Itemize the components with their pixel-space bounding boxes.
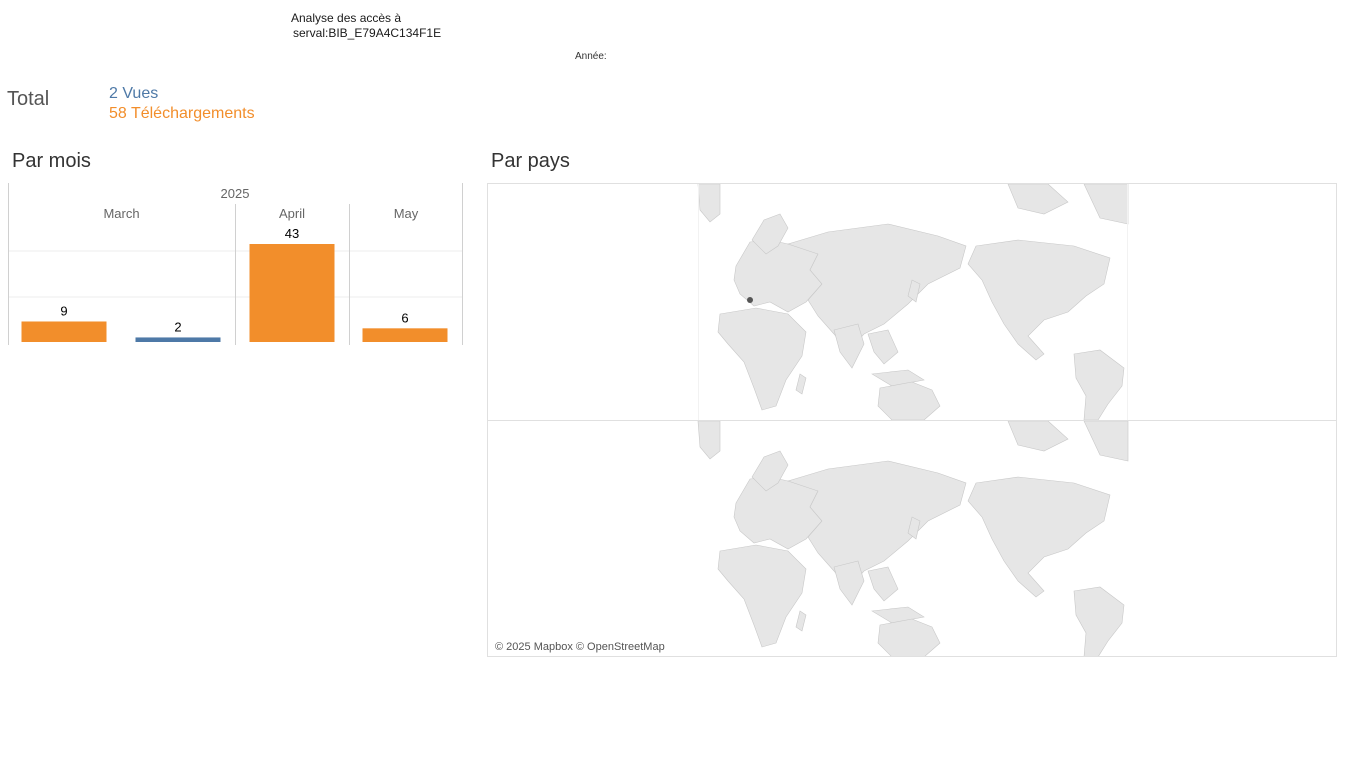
map-right-edge	[1127, 184, 1128, 420]
total-views: 2 Vues	[109, 85, 159, 102]
bar-label-may-downloads: 6	[401, 310, 408, 325]
world-map-bottom	[697, 420, 1129, 656]
month-header-april: April	[279, 206, 305, 221]
world-map-top	[697, 184, 1129, 421]
highlighted-country-switzerland	[747, 297, 753, 303]
bar-may-downloads	[362, 328, 448, 342]
month-header-may: May	[394, 206, 419, 221]
map-views[interactable]	[488, 184, 1336, 421]
bar-april-downloads	[249, 244, 335, 342]
title-line-2: serval:BIB_E79A4C134F1E	[293, 26, 442, 40]
bar-march-downloads	[21, 321, 107, 342]
section-title-by-month: Par mois	[12, 150, 91, 172]
year-header: 2025	[221, 186, 250, 201]
bar-label-march-downloads: 9	[60, 303, 67, 318]
page-title: Analyse des accès à serval:BIB_E79A4C134…	[291, 11, 441, 41]
total-label: Total	[7, 88, 50, 110]
map-left-edge	[698, 184, 699, 420]
total-downloads: 58 Téléchargements	[109, 105, 255, 122]
section-title-by-country: Par pays	[491, 150, 570, 172]
country-map-panel[interactable]: © 2025 Mapbox © OpenStreetMap	[487, 183, 1337, 657]
map-attribution[interactable]: © 2025 Mapbox © OpenStreetMap	[495, 641, 665, 653]
bar-march-views	[135, 337, 221, 342]
monthly-bar-chart: 2025 March April May 9 2 43 6	[8, 183, 464, 345]
year-filter-label[interactable]: Année:	[575, 51, 607, 62]
bar-label-march-views: 2	[174, 319, 181, 334]
bar-label-april-downloads: 43	[285, 226, 299, 241]
map-downloads[interactable]	[488, 420, 1336, 656]
month-header-march: March	[103, 206, 139, 221]
title-line-1: Analyse des accès à	[291, 11, 402, 25]
